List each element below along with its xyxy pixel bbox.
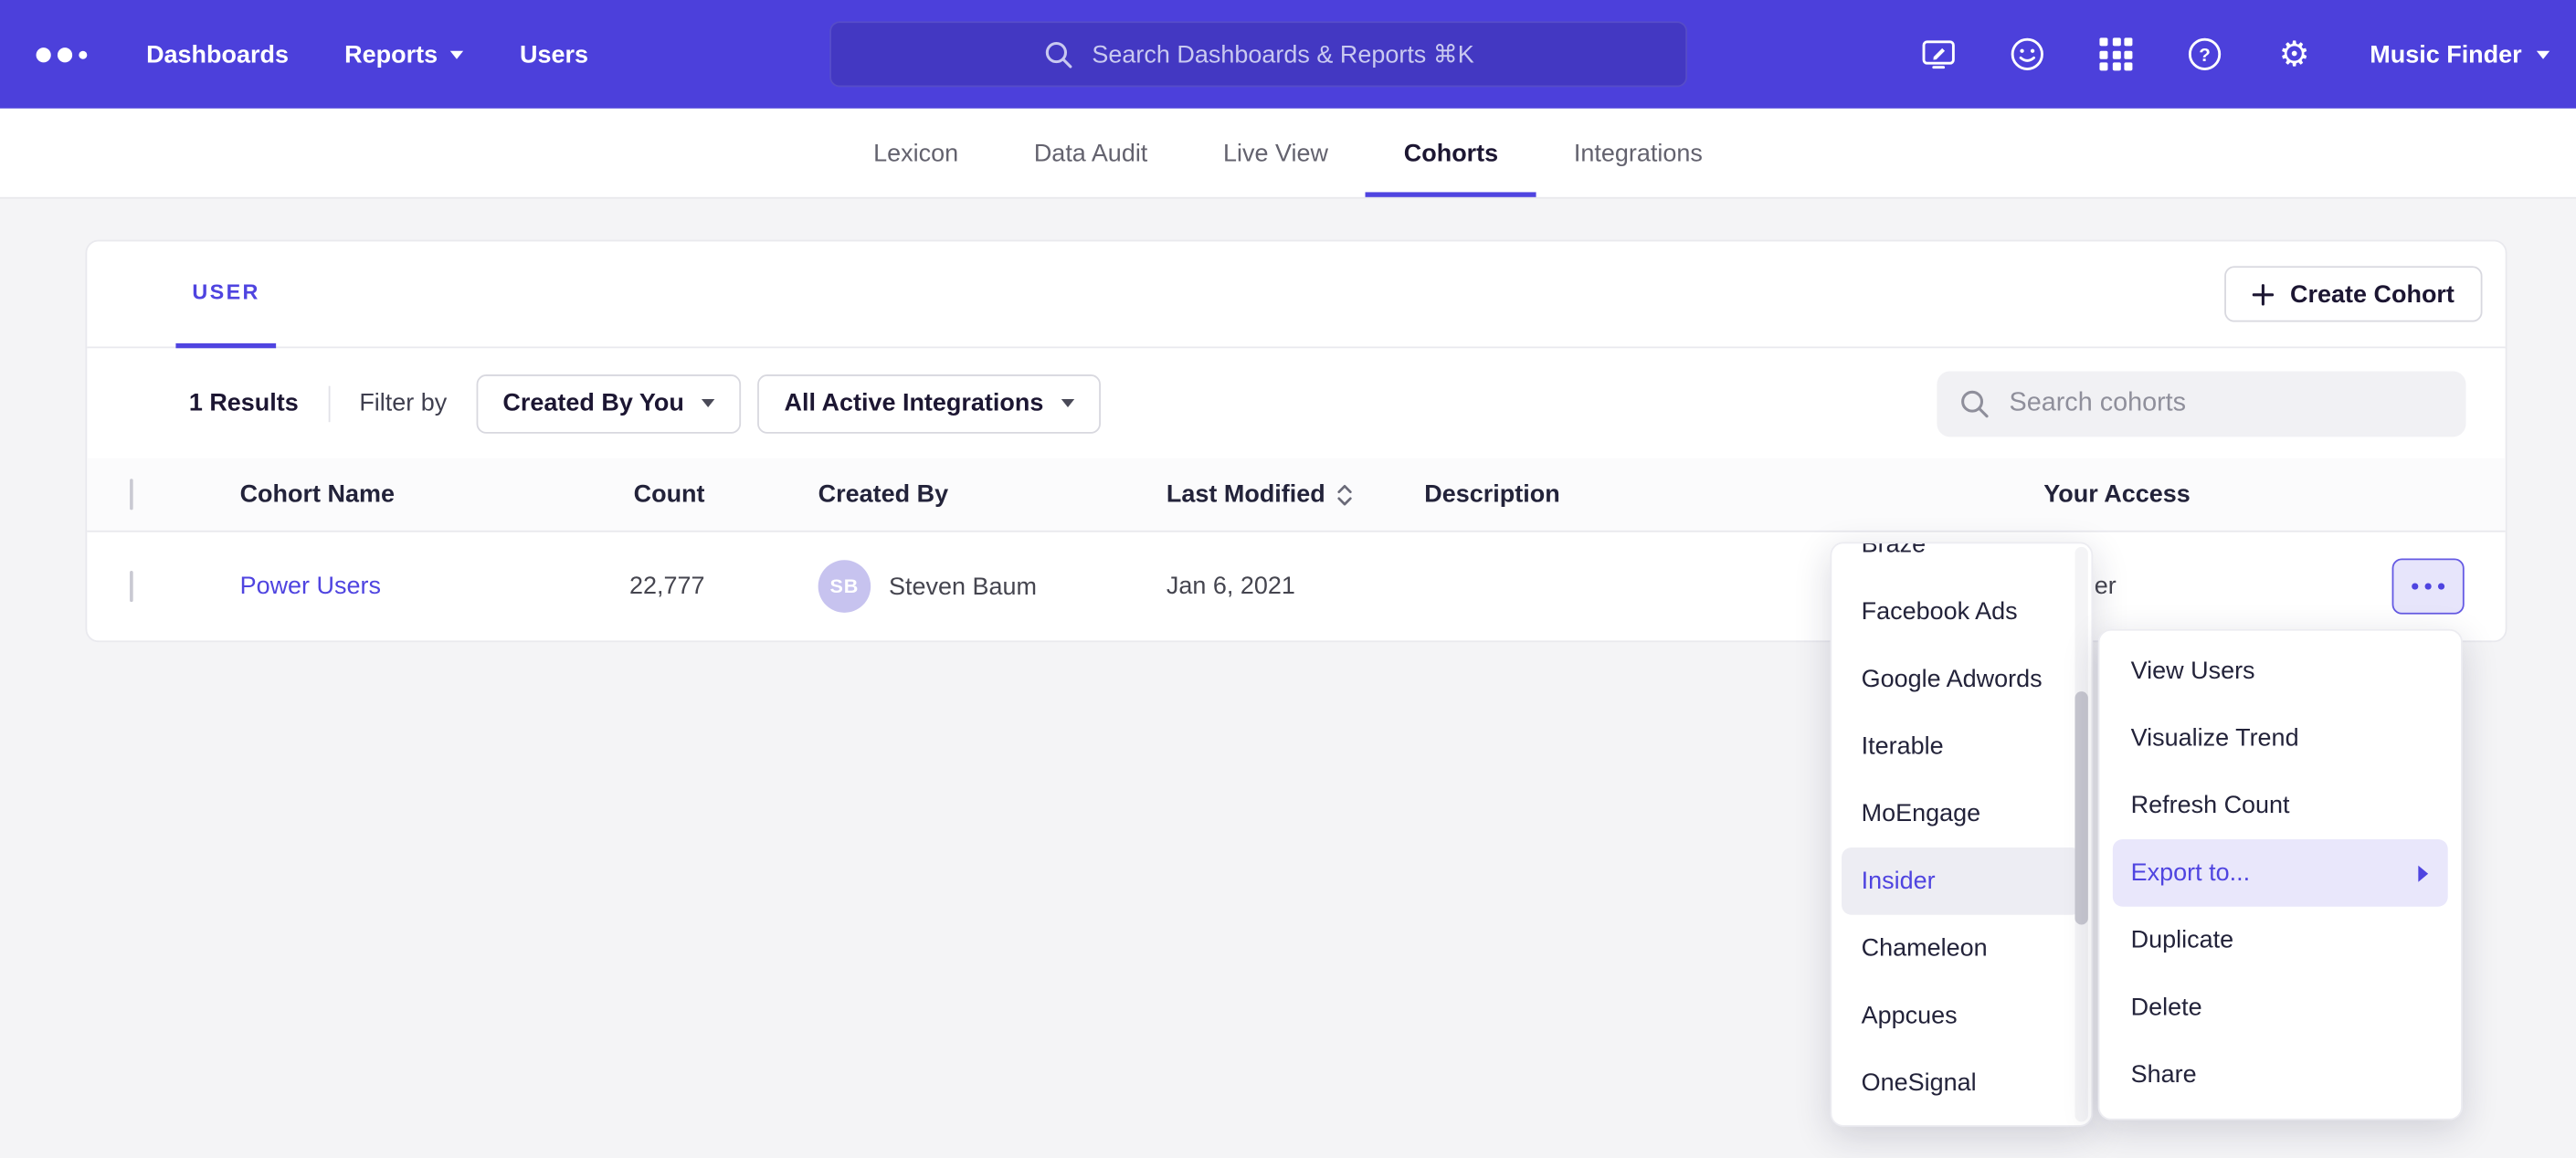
chevron-right-icon [2418, 865, 2428, 881]
search-cohorts-input[interactable] [1937, 371, 2465, 437]
tab-data-audit[interactable]: Data Audit [996, 109, 1185, 197]
create-cohort-label: Create Cohort [2290, 280, 2455, 309]
svg-text:?: ? [2200, 45, 2212, 66]
filter-created-by[interactable]: Created By You [477, 374, 742, 433]
tab-integrations[interactable]: Integrations [1536, 109, 1741, 197]
project-switcher[interactable]: Music Finder [2370, 40, 2550, 68]
export-submenu-list: Braze Facebook Ads Google Adwords Iterab… [1832, 542, 2091, 1116]
column-cohort-name: Cohort Name [240, 480, 395, 509]
chevron-down-icon [2537, 50, 2550, 58]
app-window: Dashboards Reports Users Search Dashboar… [0, 0, 2576, 1158]
menu-item-iterable[interactable]: Iterable [1832, 713, 2091, 781]
menu-item-moengage[interactable]: MoEngage [1832, 780, 2091, 847]
section-tabs: Lexicon Data Audit Live View Cohorts Int… [0, 109, 2576, 199]
table-row: Power Users 22,777 SB Steven Baum Jan 6,… [87, 532, 2505, 641]
submenu-scrollbar-track [2075, 547, 2087, 1121]
filter-integrations[interactable]: All Active Integrations [758, 374, 1102, 433]
menu-item-share[interactable]: Share [2099, 1041, 2461, 1109]
menu-item-insider[interactable]: Insider [1842, 847, 2082, 915]
top-navigation-bar: Dashboards Reports Users Search Dashboar… [0, 0, 2576, 109]
search-icon [1958, 387, 1991, 420]
compose-icon[interactable] [1919, 35, 1958, 74]
ellipsis-icon [2412, 583, 2419, 590]
chevron-down-icon [702, 399, 715, 407]
global-search-button[interactable]: Search Dashboards & Reports ⌘K [829, 21, 1687, 87]
nav-users-label: Users [520, 40, 588, 68]
column-your-access: Your Access [2043, 480, 2190, 509]
chevron-down-icon [450, 50, 463, 58]
menu-item-onesignal[interactable]: OneSignal [1832, 1049, 2091, 1117]
menu-item-duplicate[interactable]: Duplicate [2099, 907, 2461, 974]
menu-item-braze[interactable]: Braze [1832, 542, 2091, 578]
cohorts-table-header: Cohort Name Count Created By Last Modifi… [87, 458, 2505, 532]
filter-created-by-label: Created By You [502, 389, 683, 417]
menu-item-refresh-count[interactable]: Refresh Count [2099, 772, 2461, 839]
cohorts-card: USER Create Cohort 1 Results Filter by C… [86, 240, 2507, 643]
tab-lexicon[interactable]: Lexicon [836, 109, 997, 197]
sort-icon [1336, 481, 1354, 508]
row-checkbox[interactable] [130, 573, 133, 601]
column-count: Count [557, 480, 705, 509]
export-to-label: Export to... [2131, 859, 2250, 888]
logo-dot [79, 50, 87, 58]
created-by-name: Steven Baum [889, 573, 1037, 601]
menu-item-visualize-trend[interactable]: Visualize Trend [2099, 705, 2461, 773]
help-icon[interactable]: ? [2186, 35, 2225, 74]
create-cohort-button[interactable]: Create Cohort [2224, 266, 2482, 321]
cohort-count: 22,777 [557, 573, 705, 601]
tab-live-view[interactable]: Live View [1186, 109, 1367, 197]
menu-item-facebook-ads[interactable]: Facebook Ads [1832, 578, 2091, 646]
tab-cohorts[interactable]: Cohorts [1366, 109, 1536, 197]
settings-gear-icon[interactable]: ⚙ [2275, 35, 2314, 74]
search-icon [1042, 38, 1073, 69]
menu-item-view-users[interactable]: View Users [2099, 637, 2461, 705]
logo-dot [37, 47, 51, 61]
menu-item-delete[interactable]: Delete [2099, 974, 2461, 1041]
app-logo-icon[interactable] [37, 47, 88, 61]
filter-by-label: Filter by [359, 389, 447, 417]
nav-reports[interactable]: Reports [344, 0, 464, 109]
row-context-menu: View Users Visualize Trend Refresh Count… [2098, 629, 2463, 1121]
primary-nav: Dashboards Reports Users [146, 0, 588, 109]
chevron-down-icon [1061, 399, 1074, 407]
logo-dot [58, 47, 72, 61]
feedback-smiley-icon[interactable] [2009, 35, 2048, 74]
column-created-by: Created By [818, 480, 948, 509]
project-name: Music Finder [2370, 40, 2521, 68]
tab-user-cohorts[interactable]: USER [175, 240, 276, 347]
row-more-actions-button[interactable] [2392, 558, 2465, 614]
main-content: USER Create Cohort 1 Results Filter by C… [0, 240, 2576, 643]
menu-item-appcues[interactable]: Appcues [1832, 982, 2091, 1049]
divider [328, 385, 330, 422]
results-count: 1 Results [189, 389, 299, 417]
apps-grid-icon[interactable] [2097, 35, 2137, 74]
avatar: SB [818, 560, 871, 613]
created-by-cell: SB Steven Baum [818, 560, 1037, 613]
filter-integrations-label: All Active Integrations [785, 389, 1044, 417]
nav-reports-label: Reports [344, 40, 438, 68]
menu-item-chameleon[interactable]: Chameleon [1832, 915, 2091, 983]
global-search-label: Search Dashboards & Reports ⌘K [1092, 39, 1473, 68]
nav-dashboards-label: Dashboards [146, 40, 289, 68]
nav-users[interactable]: Users [520, 0, 588, 109]
search-cohorts-wrap [1937, 371, 2465, 437]
submenu-scrollbar-thumb[interactable] [2075, 691, 2087, 924]
export-submenu: Braze Facebook Ads Google Adwords Iterab… [1830, 542, 2093, 1126]
last-modified-value: Jan 6, 2021 [1167, 573, 1295, 601]
select-all-checkbox[interactable] [130, 480, 133, 509]
column-description: Description [1424, 480, 1559, 509]
plus-icon [2253, 283, 2274, 304]
column-last-modified[interactable]: Last Modified [1167, 480, 1353, 509]
menu-item-google-adwords[interactable]: Google Adwords [1832, 646, 2091, 713]
topbar-actions: ? ⚙ Music Finder [1919, 0, 2550, 109]
cohort-name-link[interactable]: Power Users [240, 573, 381, 601]
menu-item-export-to[interactable]: Export to... [2113, 839, 2448, 907]
nav-dashboards[interactable]: Dashboards [146, 0, 289, 109]
cohorts-card-header: USER Create Cohort [87, 241, 2505, 348]
filter-toolbar: 1 Results Filter by Created By You All A… [87, 348, 2505, 458]
